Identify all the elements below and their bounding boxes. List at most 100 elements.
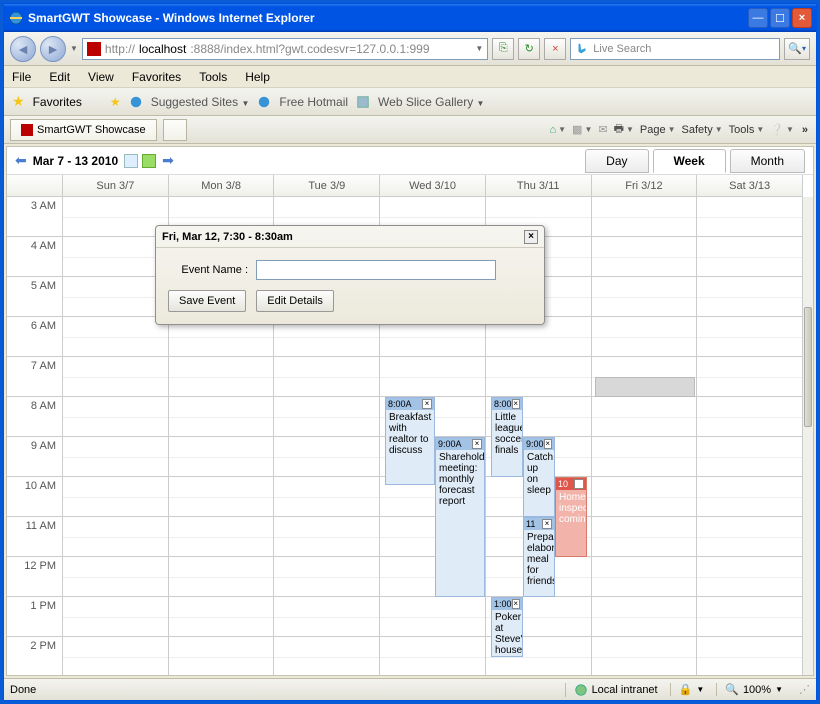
zoom-control[interactable]: 🔍 100% ▼: [716, 683, 791, 696]
day-header-wed[interactable]: Wed 3/10: [380, 175, 486, 196]
menu-favorites[interactable]: Favorites: [132, 70, 181, 84]
time-slot[interactable]: [592, 517, 698, 556]
menu-help[interactable]: Help: [245, 70, 270, 84]
time-slot[interactable]: [697, 437, 803, 476]
edit-details-button[interactable]: Edit Details: [256, 290, 334, 312]
time-slot[interactable]: [274, 597, 380, 636]
event-name-input[interactable]: [256, 260, 496, 280]
time-slot[interactable]: [592, 637, 698, 675]
event-inspector[interactable]: 10× Home inspector coming: [555, 477, 587, 557]
close-icon[interactable]: ×: [544, 439, 552, 449]
feeds-button[interactable]: ▩▼: [572, 123, 592, 136]
day-tab[interactable]: Day: [585, 149, 648, 173]
nav-dropdown-icon[interactable]: ▼: [70, 44, 78, 53]
add-event-icon[interactable]: [142, 154, 156, 168]
prev-week-button[interactable]: ⬅: [15, 152, 27, 169]
time-slot[interactable]: [63, 437, 169, 476]
time-slot[interactable]: [63, 317, 169, 356]
time-slot[interactable]: [63, 637, 169, 675]
safety-menu[interactable]: Safety▼: [682, 124, 723, 136]
day-header-sat[interactable]: Sat 3/13: [697, 175, 803, 196]
time-slot[interactable]: [592, 237, 698, 276]
time-slot[interactable]: [274, 397, 380, 436]
protected-mode[interactable]: 🔒▼: [670, 683, 713, 696]
time-slot[interactable]: [274, 477, 380, 516]
time-slot[interactable]: [592, 597, 698, 636]
day-header-thu[interactable]: Thu 3/11: [486, 175, 592, 196]
datepicker-icon[interactable]: [124, 154, 138, 168]
event-soccer[interactable]: 8:00× Little league soccer finals: [491, 397, 523, 477]
save-event-button[interactable]: Save Event: [168, 290, 246, 312]
time-slot[interactable]: [697, 397, 803, 436]
time-slot[interactable]: [592, 437, 698, 476]
time-slot[interactable]: [169, 477, 275, 516]
back-button[interactable]: ◄: [10, 36, 36, 62]
close-icon[interactable]: ×: [512, 599, 520, 609]
menu-edit[interactable]: Edit: [49, 70, 70, 84]
time-slot[interactable]: [274, 517, 380, 556]
close-button[interactable]: ×: [792, 8, 812, 28]
menu-view[interactable]: View: [88, 70, 114, 84]
menu-file[interactable]: File: [12, 70, 31, 84]
hour-row[interactable]: 2 PM: [7, 637, 803, 675]
search-box[interactable]: Live Search: [570, 38, 780, 60]
help-button[interactable]: ❔▼: [770, 123, 794, 136]
time-slot[interactable]: [274, 637, 380, 675]
time-slot[interactable]: [63, 277, 169, 316]
time-slot[interactable]: [63, 357, 169, 396]
time-slot[interactable]: [169, 437, 275, 476]
hour-row[interactable]: 1 PM: [7, 597, 803, 637]
address-bar[interactable]: http://localhost:8888/index.html?gwt.cod…: [82, 38, 488, 60]
time-slot[interactable]: [380, 637, 486, 675]
time-slot[interactable]: [697, 197, 803, 236]
home-button[interactable]: ⌂▼: [549, 124, 566, 136]
hour-row[interactable]: 12 PM: [7, 557, 803, 597]
event-poker[interactable]: 1:00× Poker at Steve's house: [491, 597, 523, 657]
refresh-button[interactable]: ↻: [518, 38, 540, 60]
scrollbar-thumb[interactable]: [804, 307, 812, 427]
time-slot[interactable]: [169, 637, 275, 675]
time-slot[interactable]: [592, 477, 698, 516]
time-slot[interactable]: [169, 357, 275, 396]
print-button[interactable]: 🖶▼: [614, 120, 634, 139]
event-meal[interactable]: 11× Prepare elaborate meal for friends: [523, 517, 555, 597]
close-icon[interactable]: ×: [472, 439, 482, 449]
day-header-sun[interactable]: Sun 3/7: [63, 175, 169, 196]
time-slot[interactable]: [63, 197, 169, 236]
suggested-sites-link[interactable]: Suggested Sites ▼: [151, 95, 250, 109]
time-slot[interactable]: [486, 357, 592, 396]
time-slot[interactable]: [63, 237, 169, 276]
time-slot[interactable]: [380, 597, 486, 636]
time-slot[interactable]: [592, 317, 698, 356]
add-favorite-icon[interactable]: ★: [110, 95, 121, 109]
time-slot[interactable]: [274, 437, 380, 476]
mail-button[interactable]: ✉: [598, 123, 607, 136]
time-slot[interactable]: [697, 357, 803, 396]
time-slot[interactable]: [63, 477, 169, 516]
page-menu[interactable]: Page▼: [640, 124, 676, 136]
time-slot[interactable]: [274, 557, 380, 596]
resize-grip[interactable]: ⋰: [795, 683, 810, 696]
forward-button[interactable]: ►: [40, 36, 66, 62]
minimize-button[interactable]: —: [748, 8, 768, 28]
menu-tools[interactable]: Tools: [199, 70, 227, 84]
time-slot[interactable]: [380, 357, 486, 396]
time-slot[interactable]: [592, 277, 698, 316]
time-slot[interactable]: [697, 637, 803, 675]
free-hotmail-link[interactable]: Free Hotmail: [279, 95, 348, 109]
time-slot[interactable]: [697, 477, 803, 516]
stop-button[interactable]: ×: [544, 38, 566, 60]
time-slot[interactable]: [63, 517, 169, 556]
favorites-star-icon[interactable]: ★: [12, 93, 25, 110]
time-slot[interactable]: [697, 597, 803, 636]
time-slot[interactable]: [697, 557, 803, 596]
time-slot[interactable]: [274, 357, 380, 396]
day-header-fri[interactable]: Fri 3/12: [592, 175, 698, 196]
hour-row[interactable]: 11 AM: [7, 517, 803, 557]
close-icon[interactable]: ×: [574, 479, 584, 489]
time-slot[interactable]: [697, 317, 803, 356]
event-sleep[interactable]: 9:00× Catch up on sleep: [523, 437, 555, 517]
tab-smartgwt[interactable]: SmartGWT Showcase: [10, 119, 157, 141]
day-header-tue[interactable]: Tue 3/9: [274, 175, 380, 196]
maximize-button[interactable]: ☐: [770, 8, 790, 28]
